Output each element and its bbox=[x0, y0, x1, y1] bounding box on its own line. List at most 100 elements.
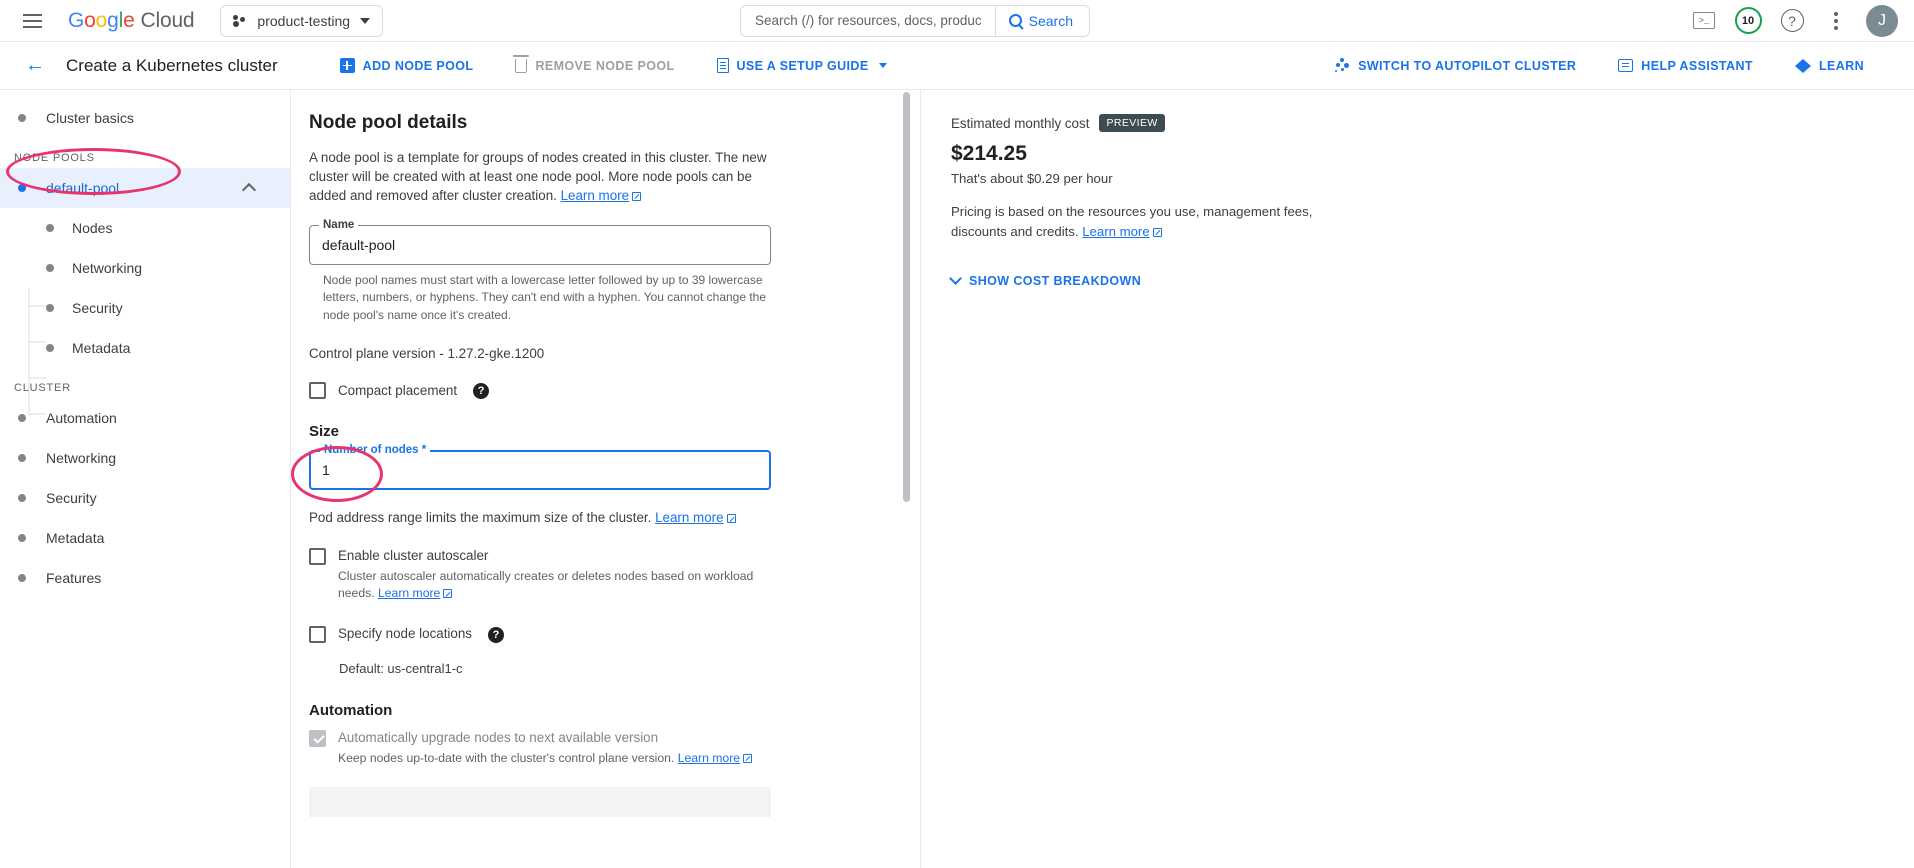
switch-autopilot-label: SWITCH TO AUTOPILOT CLUSTER bbox=[1358, 58, 1577, 73]
back-arrow-icon[interactable]: ← bbox=[18, 49, 52, 83]
scrollbar-thumb[interactable] bbox=[903, 92, 910, 502]
remove-node-pool-button[interactable]: REMOVE NODE POOL bbox=[505, 49, 684, 83]
pricing-learn-more-link[interactable]: Learn more bbox=[1082, 224, 1149, 239]
sidebar-item-cluster-security[interactable]: Security bbox=[0, 478, 290, 518]
use-setup-guide-label: USE A SETUP GUIDE bbox=[736, 58, 869, 73]
intro-text: A node pool is a template for groups of … bbox=[309, 150, 767, 204]
sidebar-item-cluster-basics[interactable]: Cluster basics bbox=[0, 98, 290, 138]
sidebar-item-label: Security bbox=[72, 300, 123, 316]
intro-learn-more-link[interactable]: Learn more bbox=[561, 188, 629, 203]
sidebar-item-cluster-metadata[interactable]: Metadata bbox=[0, 518, 290, 558]
sidebar-item-cluster-automation[interactable]: Automation bbox=[0, 398, 290, 438]
chevron-up-icon[interactable] bbox=[241, 182, 257, 197]
hamburger-menu-icon[interactable] bbox=[12, 1, 52, 41]
project-selector-label: product-testing bbox=[257, 12, 351, 29]
enable-autoscaler-checkbox[interactable] bbox=[309, 548, 326, 566]
search-icon bbox=[1008, 14, 1022, 27]
number-of-nodes-wrapper: Number of nodes * bbox=[291, 444, 889, 503]
learn-button[interactable]: LEARN bbox=[1785, 49, 1874, 83]
help-icon: ? bbox=[1780, 9, 1804, 32]
use-setup-guide-button[interactable]: USE A SETUP GUIDE bbox=[707, 49, 897, 83]
specify-node-locations-checkbox[interactable] bbox=[309, 626, 326, 644]
sidebar-item-label: default-pool bbox=[46, 180, 120, 196]
node-pool-children: Nodes Networking Security Metadata bbox=[0, 208, 290, 368]
chevron-down-icon bbox=[878, 63, 887, 68]
more-options-button[interactable] bbox=[1816, 1, 1856, 41]
show-cost-breakdown-button[interactable]: SHOW COST BREAKDOWN bbox=[949, 272, 1914, 288]
pod-range-learn-more-link[interactable]: Learn more bbox=[655, 510, 723, 525]
pricing-note: Pricing is based on the resources you us… bbox=[951, 202, 1351, 242]
auto-upgrade-description: Keep nodes up-to-date with the cluster's… bbox=[338, 750, 753, 768]
chevron-down-icon bbox=[360, 17, 371, 24]
autoscaler-learn-more-link[interactable]: Learn more bbox=[378, 586, 440, 600]
search-input[interactable] bbox=[741, 5, 995, 36]
help-assistant-button[interactable]: HELP ASSISTANT bbox=[1608, 49, 1763, 83]
step-bullet-icon bbox=[18, 494, 26, 502]
control-plane-version: Control plane version - 1.27.2-gke.1200 bbox=[309, 346, 545, 362]
document-icon bbox=[716, 58, 729, 73]
page-action-bar: ← Create a Kubernetes cluster ADD NODE P… bbox=[0, 42, 1914, 90]
notifications-button[interactable]: 10 bbox=[1728, 1, 1768, 41]
cost-estimate-panel: Estimated monthly cost PREVIEW $214.25 T… bbox=[920, 90, 1914, 868]
search-button[interactable]: Search bbox=[994, 5, 1089, 36]
sidebar-item-cluster-features[interactable]: Features bbox=[0, 558, 290, 598]
sidebar-item-label: Automation bbox=[46, 410, 117, 426]
node-pool-name-input[interactable] bbox=[322, 237, 758, 254]
sidebar-item-cluster-networking[interactable]: Networking bbox=[0, 438, 290, 478]
sidebar-item-label: Metadata bbox=[72, 340, 131, 356]
add-node-pool-button[interactable]: ADD NODE POOL bbox=[330, 49, 484, 83]
sidebar-item-metadata[interactable]: Metadata bbox=[0, 328, 290, 368]
sidebar-item-label: Nodes bbox=[72, 220, 113, 236]
project-dots-icon bbox=[233, 14, 247, 28]
external-link-icon bbox=[726, 514, 736, 524]
section-title: Node pool details bbox=[309, 112, 468, 133]
help-tooltip-icon[interactable]: ? bbox=[488, 626, 504, 643]
sidebar-section-node-pools: NODE POOLS bbox=[14, 152, 95, 164]
estimated-price: $214.25 bbox=[951, 142, 1027, 165]
sidebar-item-default-pool[interactable]: default-pool bbox=[0, 168, 290, 208]
sidebar-item-label: Features bbox=[46, 570, 102, 586]
project-selector[interactable]: product-testing bbox=[220, 4, 384, 37]
enable-autoscaler-label: Enable cluster autoscaler bbox=[338, 548, 489, 564]
number-of-nodes-input[interactable] bbox=[322, 462, 758, 479]
sidebar-section-cluster: CLUSTER bbox=[14, 382, 71, 394]
scrollbar-track[interactable] bbox=[903, 90, 910, 868]
avatar[interactable]: J bbox=[1866, 4, 1898, 37]
autoscaler-row: Enable cluster autoscaler Cluster autosc… bbox=[309, 547, 889, 603]
number-of-nodes-label: Number of nodes * bbox=[320, 444, 431, 457]
autoscaler-text-block: Enable cluster autoscaler Cluster autosc… bbox=[338, 547, 778, 603]
sidebar-item-label: Networking bbox=[72, 260, 143, 276]
step-bullet-icon bbox=[18, 574, 26, 582]
autoscaler-description: Cluster autoscaler automatically creates… bbox=[338, 568, 778, 603]
help-tooltip-icon[interactable]: ? bbox=[473, 382, 490, 399]
compact-placement-row: Compact placement ? bbox=[309, 381, 889, 400]
preview-badge: PREVIEW bbox=[1099, 114, 1165, 132]
cloud-shell-icon: >_ bbox=[1693, 12, 1715, 29]
cost-estimate-title: Estimated monthly cost bbox=[951, 115, 1090, 131]
compact-placement-checkbox[interactable] bbox=[309, 382, 326, 400]
auto-upgrade-row: Automatically upgrade nodes to next avai… bbox=[309, 729, 889, 767]
external-link-icon bbox=[632, 192, 642, 202]
auto-upgrade-description-text: Keep nodes up-to-date with the cluster's… bbox=[338, 750, 678, 765]
switch-to-autopilot-button[interactable]: SWITCH TO AUTOPILOT CLUSTER bbox=[1324, 49, 1586, 83]
number-of-nodes-field[interactable]: Number of nodes * bbox=[309, 444, 771, 491]
global-search[interactable]: Search bbox=[740, 4, 1090, 37]
sidebar-item-nodes[interactable]: Nodes bbox=[0, 208, 290, 248]
sidebar-item-security[interactable]: Security bbox=[0, 288, 290, 328]
collapsed-panel-placeholder[interactable] bbox=[309, 787, 771, 818]
auto-upgrade-learn-more-link[interactable]: Learn more bbox=[678, 751, 740, 765]
size-section-title: Size bbox=[309, 423, 340, 441]
node-pool-name-field[interactable]: Name bbox=[309, 219, 771, 266]
automation-section-title: Automation bbox=[309, 702, 393, 720]
step-bullet-icon bbox=[46, 304, 54, 312]
top-navigation-bar: Google Cloud product-testing Search >_ 1… bbox=[0, 0, 1914, 42]
plus-icon bbox=[339, 58, 355, 73]
page-title: Create a Kubernetes cluster bbox=[66, 55, 278, 75]
cloud-shell-button[interactable]: >_ bbox=[1684, 1, 1724, 41]
kebab-menu-icon bbox=[1834, 11, 1838, 30]
sidebar-item-networking[interactable]: Networking bbox=[0, 248, 290, 288]
help-button[interactable]: ? bbox=[1772, 1, 1812, 41]
external-link-icon bbox=[743, 753, 753, 763]
google-cloud-logo[interactable]: Google Cloud bbox=[68, 9, 195, 33]
sidebar-item-label: Metadata bbox=[46, 530, 105, 546]
